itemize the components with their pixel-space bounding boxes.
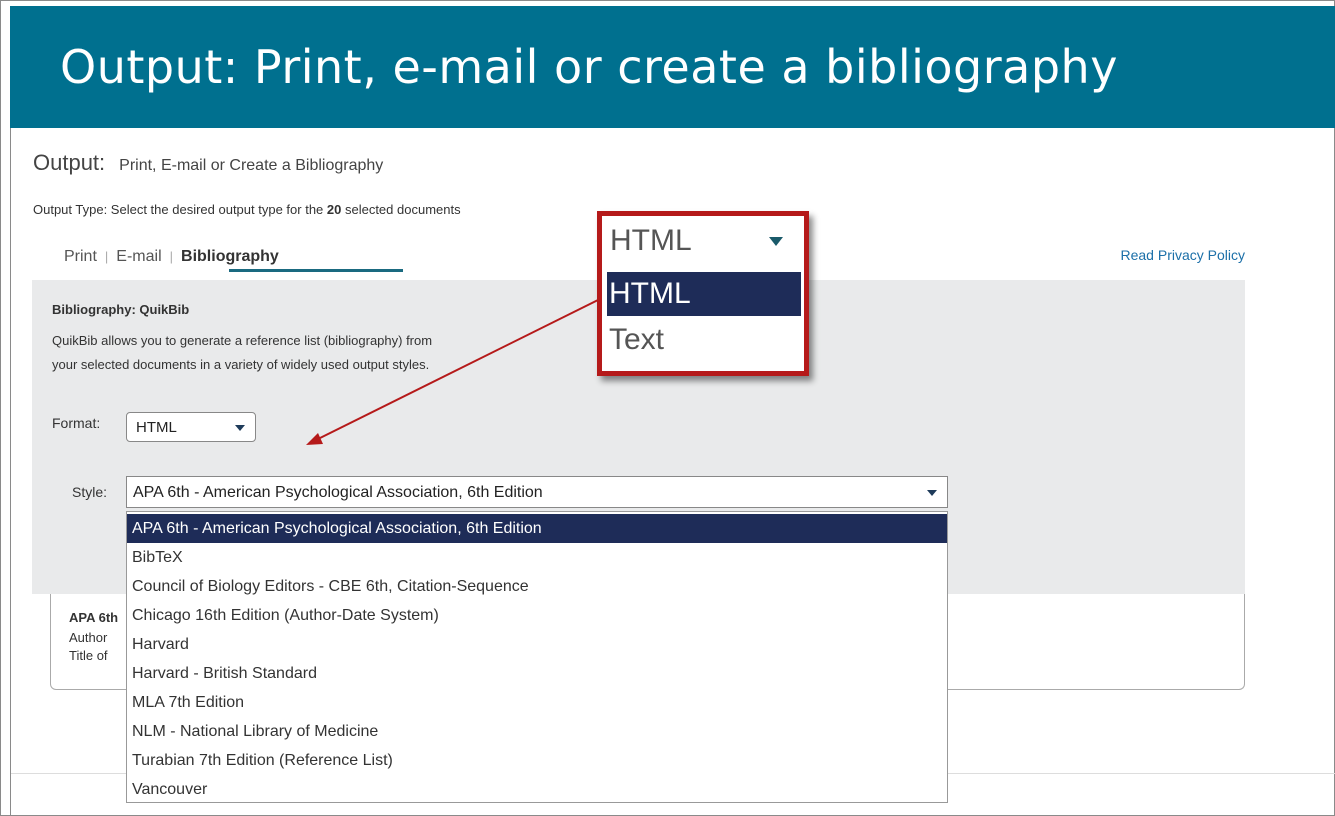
bibliography-heading: Bibliography: QuikBib xyxy=(52,302,190,317)
bibliography-description: QuikBib allows you to generate a referen… xyxy=(52,329,612,377)
format-callout-zoom: HTML HTML Text xyxy=(597,211,809,376)
output-type-prefix: Output Type: Select the desired output t… xyxy=(33,202,327,217)
format-label: Format: xyxy=(52,415,101,431)
format-select-value: HTML xyxy=(136,419,177,436)
style-option[interactable]: NLM - National Library of Medicine xyxy=(127,717,947,746)
output-heading: Output: Print, E-mail or Create a Bibliog… xyxy=(33,150,383,176)
caret-down-icon xyxy=(769,237,783,246)
tab-bibliography[interactable]: Bibliography xyxy=(181,248,279,265)
tab-email[interactable]: E-mail xyxy=(116,248,161,265)
style-option[interactable]: Council of Biology Editors - CBE 6th, Ci… xyxy=(127,572,947,601)
style-option[interactable]: BibTeX xyxy=(127,543,947,572)
output-subheading: Print, E-mail or Create a Bibliography xyxy=(119,157,384,174)
output-type-suffix: selected documents xyxy=(341,202,461,217)
style-option[interactable]: APA 6th - American Psychological Associa… xyxy=(127,514,947,543)
format-select[interactable]: HTML xyxy=(126,412,256,442)
divider xyxy=(10,128,11,816)
description-line: QuikBib allows you to generate a referen… xyxy=(52,333,433,348)
description-line: your selected documents in a variety of … xyxy=(52,357,430,372)
slide-title: Output: Print, e-mail or create a biblio… xyxy=(60,40,1118,94)
style-label: Style: xyxy=(72,484,108,500)
style-select-value: APA 6th - American Psychological Associa… xyxy=(133,484,543,501)
style-option[interactable]: Turabian 7th Edition (Reference List) xyxy=(127,746,947,775)
callout-option-html[interactable]: HTML xyxy=(607,272,801,316)
style-option[interactable]: MLA 7th Edition xyxy=(127,688,947,717)
style-option[interactable]: Harvard - British Standard xyxy=(127,659,947,688)
tab-print[interactable]: Print xyxy=(64,248,97,265)
style-option[interactable]: Vancouver xyxy=(127,775,947,804)
slide-banner: Output: Print, e-mail or create a biblio… xyxy=(10,6,1335,128)
callout-current-value: HTML xyxy=(610,224,692,257)
callout-option-text[interactable]: Text xyxy=(607,318,801,362)
output-tabs: Print | E-mail | Bibliography xyxy=(64,248,279,266)
tab-separator: | xyxy=(169,249,174,264)
style-option[interactable]: Harvard xyxy=(127,630,947,659)
preview-author: Author xyxy=(69,630,108,645)
preview-title: Title of xyxy=(69,648,108,663)
output-type-text: Output Type: Select the desired output t… xyxy=(33,202,461,217)
style-dropdown-list: APA 6th - American Psychological Associa… xyxy=(126,511,948,803)
style-select[interactable]: APA 6th - American Psychological Associa… xyxy=(126,476,948,508)
output-heading-label: Output: xyxy=(33,150,106,175)
privacy-policy-link[interactable]: Read Privacy Policy xyxy=(1121,247,1246,263)
preview-style-name: APA 6th xyxy=(69,610,119,625)
caret-down-icon xyxy=(927,490,937,496)
active-tab-indicator xyxy=(229,269,403,272)
selected-count: 20 xyxy=(326,202,342,217)
caret-down-icon xyxy=(235,425,245,431)
style-option[interactable]: Chicago 16th Edition (Author-Date System… xyxy=(127,601,947,630)
tab-separator: | xyxy=(104,249,109,264)
